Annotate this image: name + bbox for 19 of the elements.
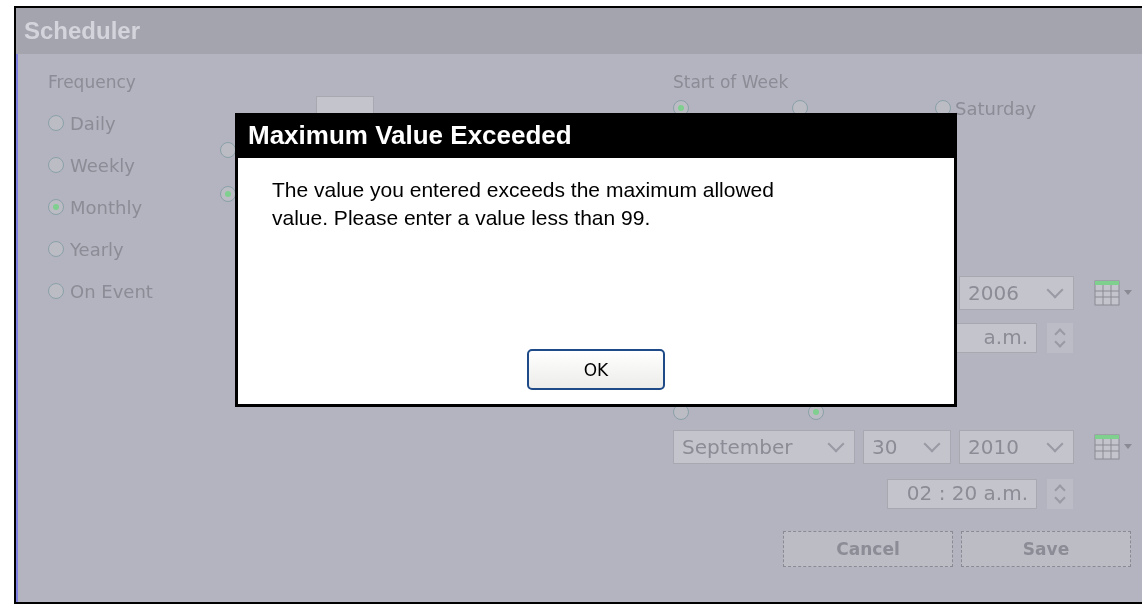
radio-button[interactable] [48, 157, 64, 173]
radio-button[interactable] [48, 115, 64, 131]
calendar-icon[interactable] [1094, 434, 1134, 460]
radio-button[interactable] [48, 241, 64, 257]
dialog-title: Maximum Value Exceeded [248, 120, 572, 151]
spinner-icon[interactable] [1047, 323, 1073, 353]
radio-button[interactable] [48, 283, 64, 299]
ok-button[interactable]: OK [527, 349, 665, 390]
day-dropdown[interactable]: 30 [863, 430, 951, 464]
radio-button[interactable] [48, 199, 64, 215]
radio-button[interactable] [220, 142, 236, 158]
dialog-message: The value you entered exceeds the maximum allowed value. Please enter a value less than 99. [272, 177, 775, 231]
month-dropdown[interactable]: September [673, 430, 855, 464]
end-time-field[interactable]: 02 : 20 a.m. [887, 479, 1037, 509]
calendar-icon[interactable] [1094, 280, 1134, 306]
spinner-icon[interactable] [1047, 479, 1073, 509]
year-dropdown[interactable]: 2006 [959, 276, 1074, 310]
year-dropdown[interactable]: 2010 [959, 430, 1074, 464]
radio-button[interactable] [220, 186, 236, 202]
